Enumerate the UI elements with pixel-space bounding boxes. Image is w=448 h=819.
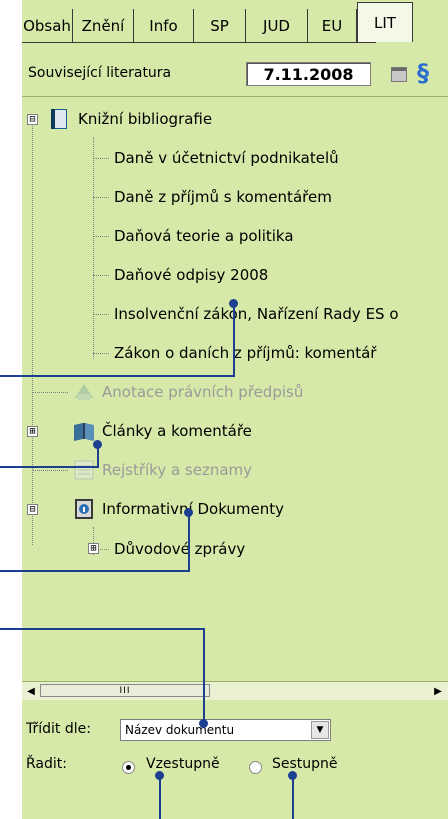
tree-line [93,137,94,359]
tree-node-label: Daňové odpisy 2008 [114,266,269,284]
tree-node-label: Informativní Dokumenty [102,500,285,518]
callout-line [0,570,190,572]
articles-icon [74,423,94,441]
date-field[interactable]: 7.11.2008 [246,62,371,86]
scrollbar-thumb[interactable]: III [40,684,210,697]
scroll-right-icon[interactable]: ▶ [430,683,446,699]
tree-node-indexes: Rejstříky a seznamy [72,455,252,485]
calendar-icon[interactable] [391,67,407,82]
callout-dot [155,771,164,780]
tree-line [93,236,109,237]
sort-by-select[interactable]: Název dokumentu ▼ [120,719,331,741]
sort-by-label: Třídit dle: [26,721,91,737]
tab-obsah[interactable]: Obsah [22,9,73,42]
tree-node-label: Zákon o daních z příjmů: komentář [114,344,377,362]
index-icon [74,460,94,480]
tab-bar: Obsah Znění Info SP JUD EU LIT [22,0,448,42]
expand-toggle[interactable]: ⊞ [27,426,38,437]
tab-info[interactable]: Info [134,9,194,42]
tree-node-label: Anotace právních předpisů [102,383,304,401]
callout-line [0,375,234,377]
callout-line [203,628,205,724]
callout-line [0,466,99,468]
tree-node-label: Daně z příjmů s komentářem [114,188,332,206]
literature-tree[interactable]: ⊟ Knižní bibliografie Daně v účetnictví … [22,96,448,682]
tree-line [93,158,109,159]
paragraph-icon[interactable]: § [417,59,429,87]
callout-dot [184,508,193,517]
tree-node-label: Články a komentáře [102,422,252,440]
collapse-toggle[interactable]: ⊟ [27,114,38,125]
tree-node-label: Daňová teorie a politika [114,227,294,245]
descending-radio[interactable] [249,761,262,774]
callout-line [188,512,190,572]
callout-line [292,775,294,819]
tree-node-book[interactable]: Daně z příjmů s komentářem [114,182,332,212]
header-bar: Související literatura 7.11.2008 § [22,56,448,92]
tree-line [93,314,109,315]
tree-node-book[interactable]: Zákon o daních z příjmů: komentář [114,338,376,368]
tree-line [32,392,68,393]
annotation-icon [75,384,93,400]
tree-node-book[interactable]: Insolvenční zákon, Nařízení Rady ES o [114,299,399,329]
sort-by-value: Název dokumentu [125,723,235,737]
tree-line [93,197,109,198]
ascending-radio[interactable] [122,761,135,774]
tab-zneni[interactable]: Znění [73,9,134,42]
callout-dot [93,440,102,449]
callout-dot [229,299,238,308]
tree-node-label: Daně v účetnictví podnikatelů [114,149,339,167]
chevron-down-icon[interactable]: ▼ [311,721,329,739]
callout-dot [199,719,208,728]
tree-node-label: Rejstříky a seznamy [102,461,253,479]
related-literature-label: Související literatura [28,65,172,81]
tree-line [32,123,33,545]
tab-divider [22,42,376,43]
horizontal-scrollbar[interactable]: ◀ III ▶ [22,681,448,700]
ascending-label[interactable]: Vzestupně [146,756,220,772]
tree-line [93,275,109,276]
tab-sp[interactable]: SP [194,9,246,42]
tree-node-explanatory-reports[interactable]: Důvodové zprávy [114,534,245,564]
expand-toggle[interactable]: ⊞ [88,543,99,554]
tree-node-book[interactable]: Daně v účetnictví podnikatelů [114,143,339,173]
tree-node-book-bibliography[interactable]: Knižní bibliografie [48,104,212,134]
descending-label[interactable]: Sestupně [272,756,338,772]
tree-node-info-documents[interactable]: Informativní Dokumenty [72,494,284,524]
info-document-icon [75,499,93,519]
callout-dot [288,771,297,780]
order-label: Řadit: [26,756,67,772]
tree-line [32,470,68,471]
callout-line [159,775,161,819]
tab-eu[interactable]: EU [308,9,357,42]
callout-line [0,628,205,630]
tree-node-label: Důvodové zprávy [114,540,246,558]
tree-line [93,353,109,354]
tree-node-book[interactable]: Daňové odpisy 2008 [114,260,268,290]
scroll-left-icon[interactable]: ◀ [23,683,39,699]
literature-panel: Obsah Znění Info SP JUD EU LIT Souvisejí… [22,0,448,819]
tree-node-label: Knižní bibliografie [78,110,213,128]
tab-jud[interactable]: JUD [246,9,308,42]
collapse-toggle[interactable]: ⊟ [27,504,38,515]
callout-line [233,303,235,377]
book-icon [51,109,67,129]
tree-node-book[interactable]: Daňová teorie a politika [114,221,294,251]
tree-node-label: Insolvenční zákon, Nařízení Rady ES o [114,305,399,323]
tree-node-annotations: Anotace právních předpisů [72,377,303,407]
tab-lit[interactable]: LIT [357,2,413,42]
